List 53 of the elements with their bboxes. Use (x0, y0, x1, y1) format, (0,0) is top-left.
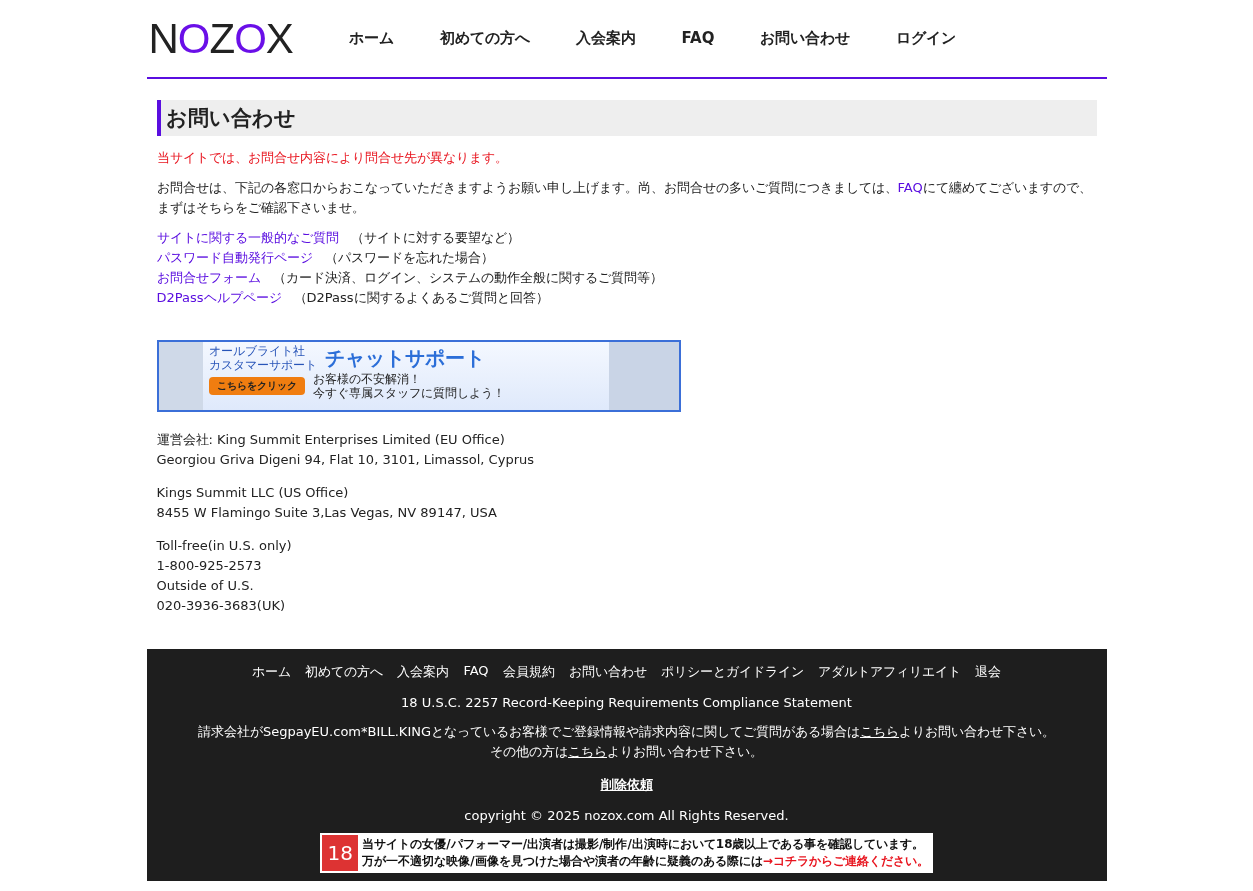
contact-link[interactable]: パスワード自動発行ページ (156, 248, 313, 268)
faq-link[interactable]: FAQ (897, 180, 923, 195)
footer-link[interactable]: 初めての方へ (305, 663, 384, 681)
address-line: Kings Summit LLC (US Office) (156, 484, 350, 502)
age-notice-banner[interactable]: 18 当サイトの女優/パフォーマー/出演者は撮影/制作/出演時において18歳以上である事を確認しています。 万が一不適切な映像/画像を見つけた場合や演者の年齢に疑義のある際には→コチラからご連絡ください。 (320, 833, 933, 873)
footer-link[interactable]: ポリシーとガイドライン (660, 663, 804, 681)
contact-link[interactable]: D2Passヘルプページ (156, 288, 282, 308)
billing-text: 請求会社がSegpayEU.com*BILL.KINGとなっているお客様でご登録情報や請求内容に関してご質問がある場合はこちら よりお問い合わせ下さい。 (197, 723, 1056, 741)
nav-link[interactable]: FAQ (681, 29, 715, 48)
age-notice-text: 当サイトの女優/パフォーマー/出演者は撮影/制作/出演時において18歳以上である事を確認しています。 (362, 836, 926, 853)
footer-link[interactable]: 退会 (974, 663, 1001, 681)
footer-link[interactable]: お問い合わせ (568, 663, 647, 681)
other-text: その他の方はこちら よりお問い合わせ下さい。 (489, 743, 764, 761)
notice-text: 当サイトでは、お問合せ内容により問合せ先が異なります。 (156, 149, 509, 167)
copyright-text: copyright © 2025 nozox.com All Rights Reserved. (464, 808, 789, 823)
footer-link[interactable]: 会員規約 (502, 663, 555, 681)
intro-text: お問合せは、下記の各窓口からおこなっていただきますようお願い申し上げます。尚、お問合せの多いご質問につきましては、FAQにて纏めてございますので、まずはそちらをご確認下さいませ。 (156, 179, 1093, 217)
nav-link[interactable]: ログイン (896, 29, 957, 48)
link-note: （カード決済、ログイン、システムの動作全般に関するご質問等） (272, 269, 663, 287)
compliance-link[interactable]: 18 U.S.C. 2257 Record-Keeping Requirements Compliance Statement (401, 695, 852, 710)
age-18-icon: 18 (322, 835, 359, 871)
banner-message: 今すぐ専属スタッフに質問しよう！ (312, 386, 505, 400)
banner-company: カスタマーサポート (208, 358, 317, 372)
address-line: Georgiou Griva Digeni 94, Flat 10, 3101, Limassol, Cyprus (156, 451, 535, 469)
nav-link[interactable]: お問い合わせ (760, 29, 851, 48)
page-title: お問い合わせ (156, 100, 1097, 136)
nav-link[interactable]: 初めての方へ (439, 29, 530, 48)
link-note: （D2Passに関するよくあるご質問と回答） (293, 289, 549, 307)
address-line: 運営会社: King Summit Enterprises Limited (EU Office) (156, 431, 506, 449)
address-line: 020-3936-3683(UK) (156, 597, 287, 615)
link-note: （サイトに対する要望など） (350, 229, 520, 247)
footer-link[interactable]: 入会案内 (397, 663, 450, 681)
banner-company: オールブライト社 (208, 344, 306, 358)
nav-link[interactable]: ホーム (348, 29, 394, 48)
contact-link[interactable]: サイトに関する一般的なご質問 (156, 228, 339, 248)
inline-link[interactable]: こちら (860, 724, 900, 739)
address-line: 1-800-925-2573 (156, 557, 263, 575)
address-line: Toll-free(in U.S. only) (156, 537, 293, 555)
age-notice-text: 万が一不適切な映像/画像を見つけた場合や演者の年齢に疑義のある際には→コチラからご連絡ください。 (362, 853, 929, 870)
click-button[interactable]: こちらをクリック (208, 377, 305, 395)
footer-link[interactable]: アダルトアフィリエイト (817, 663, 961, 681)
banner-message: お客様の不安解消！ (312, 372, 422, 386)
link-note: （パスワードを忘れた場合） (324, 249, 494, 267)
footer-link[interactable]: ホーム (252, 663, 292, 681)
footer-link[interactable]: FAQ (463, 663, 489, 681)
inline-link[interactable]: こちら (568, 744, 607, 759)
removal-link[interactable]: 削除依頼 (600, 776, 653, 794)
address-line: 8455 W Flamingo Suite 3,Las Vegas, NV 89147, USA (156, 504, 498, 522)
nav-link[interactable]: 入会案内 (575, 29, 636, 48)
logo[interactable]: NOZOX (148, 14, 349, 63)
address-line: Outside of U.S. (156, 577, 255, 595)
banner-headline: チャットサポート (324, 345, 485, 371)
contact-link[interactable]: お問合せフォーム (156, 268, 261, 288)
